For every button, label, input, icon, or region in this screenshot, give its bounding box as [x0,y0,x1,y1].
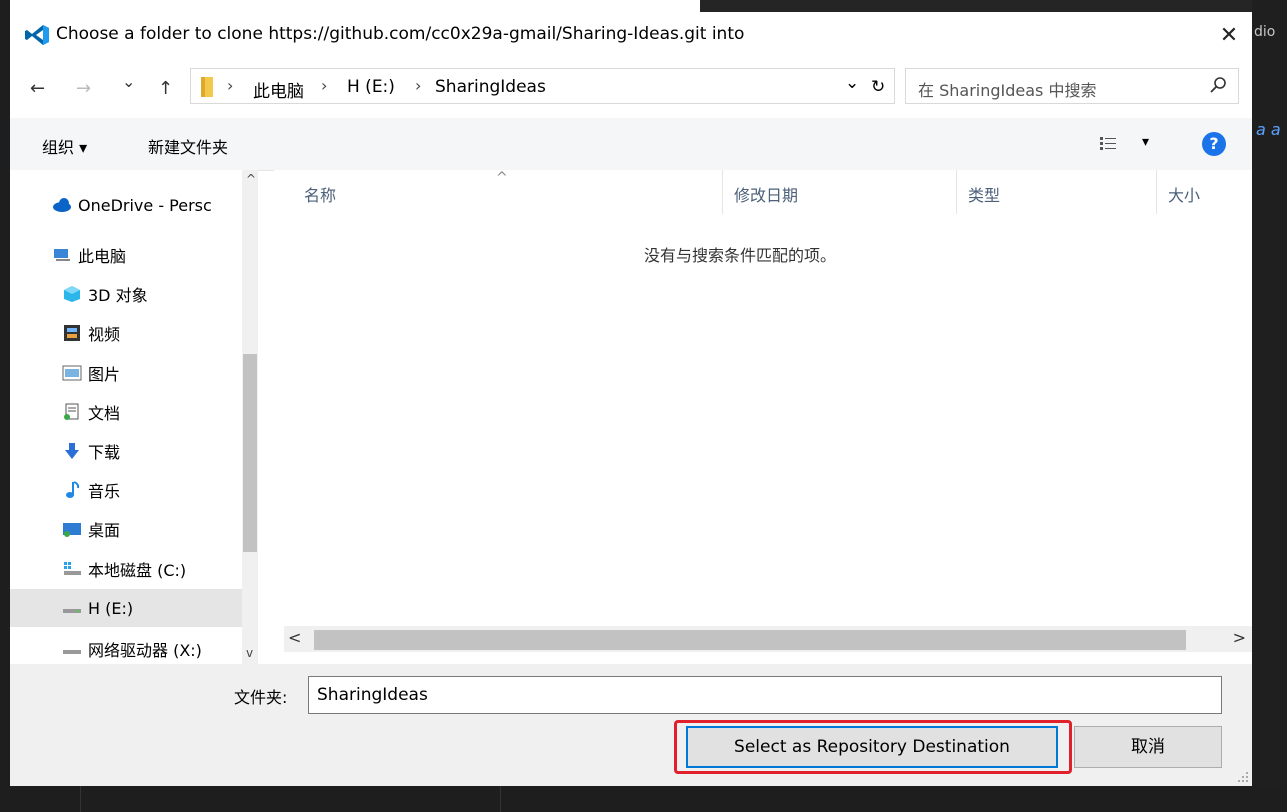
sidebar-item-3d-objects[interactable]: 3D 对象 [10,275,242,313]
folder-name-input[interactable] [308,676,1222,714]
computer-icon [54,249,70,261]
sidebar-item-h-drive[interactable]: H (E:) [10,589,242,627]
sidebar-item-local-disk-c[interactable]: 本地磁盘 (C:) [10,550,242,588]
column-header-modified[interactable]: 修改日期 [734,182,798,206]
new-folder-button[interactable]: 新建文件夹 [148,134,228,158]
view-options-icon[interactable] [1100,136,1116,152]
sort-indicator-icon: ^ [496,170,508,186]
sidebar-item-desktop[interactable]: 桌面 [10,510,242,548]
sidebar-item-documents[interactable]: 文档 [10,393,242,431]
navigation-pane: OneDrive - Persc 此电脑 3D 对象 视频 图片 文档 下载 音… [10,170,258,664]
sidebar-item-label: 视频 [88,325,121,344]
sidebar-item-label: 网络驱动器 (X:) [88,641,202,660]
sidebar-item-onedrive[interactable]: OneDrive - Persc [10,186,242,224]
drive-icon [63,609,81,613]
sidebar-item-downloads[interactable]: 下载 [10,432,242,470]
refresh-icon[interactable]: ↻ [871,77,885,97]
vscode-logo-icon [25,25,49,45]
sidebar-item-label: 本地磁盘 (C:) [88,561,187,580]
breadcrumb-this-pc[interactable]: 此电脑 [253,77,304,102]
sidebar-item-label: 文档 [88,404,121,423]
address-row: ← → ⌄ ↑ › 此电脑 › H (E:) › SharingIdeas ⌄ … [10,58,1252,118]
sidebar-item-music[interactable]: 音乐 [10,471,242,509]
breadcrumb-sharingideas[interactable]: SharingIdeas [435,77,546,97]
up-arrow-icon[interactable]: ↑ [158,78,173,99]
sidebar-item-label: H (E:) [88,598,134,618]
sidebar-item-videos[interactable]: 视频 [10,314,242,352]
help-icon[interactable]: ? [1202,132,1226,156]
folder-picker-dialog: Choose a folder to clone https://github.… [10,12,1252,786]
breadcrumb-h-drive[interactable]: H (E:) [347,77,395,97]
network-drive-icon [63,650,81,654]
sidebar-item-pictures[interactable]: 图片 [10,354,242,392]
back-arrow-icon[interactable]: ← [30,78,45,99]
resize-grip-icon[interactable] [1238,772,1248,782]
column-divider [722,170,723,214]
title-bar: Choose a folder to clone https://github.… [10,12,1252,58]
forward-arrow-icon[interactable]: → [76,78,91,99]
address-dropdown-icon[interactable]: ⌄ [845,73,859,93]
background-divider [500,786,501,812]
folder-icon [201,77,213,97]
view-dropdown-icon[interactable]: ▾ [1142,134,1149,150]
sidebar-item-this-pc[interactable]: 此电脑 [10,236,242,274]
cloud-icon [53,198,71,212]
horizontal-scrollbar-thumb[interactable] [314,630,1186,650]
picture-icon [62,365,82,381]
cube-icon [64,286,80,302]
dialog-footer: 文件夹: Select as Repository Destination 取消 [10,664,1252,786]
desktop-icon [63,523,81,537]
file-list-pane: ^ 名称 修改日期 类型 大小 没有与搜索条件匹配的项。 < > [274,170,1252,664]
scroll-left-icon[interactable]: < [288,628,301,647]
command-toolbar: 组织 ▾ 新建文件夹 ▾ ? [10,118,1252,171]
sidebar-item-network-drive-x[interactable]: 网络驱动器 (X:) [10,630,242,664]
recent-locations-icon[interactable]: ⌄ [122,72,135,91]
scroll-up-icon[interactable]: ^ [246,172,256,186]
address-bar[interactable]: › 此电脑 › H (E:) › SharingIdeas ⌄ ↻ [190,68,895,104]
background-title-fragment: dio [1254,24,1276,40]
scroll-right-icon[interactable]: > [1233,628,1246,647]
video-icon [64,325,80,341]
sidebar-item-label: 图片 [88,365,121,384]
cancel-button[interactable]: 取消 [1074,726,1222,768]
close-icon: ✕ [1219,22,1239,48]
breadcrumb-separator: › [227,76,234,95]
sidebar-item-label: 音乐 [88,482,121,501]
sidebar-item-label: 桌面 [88,521,121,540]
drive-icon [64,562,81,575]
search-icon [1210,77,1226,93]
horizontal-scrollbar[interactable]: < > [284,626,1252,652]
document-icon [64,403,79,420]
breadcrumb-separator: › [415,76,422,95]
background-left-strip [0,0,10,812]
background-status-area [0,786,1287,812]
search-box[interactable]: 在 SharingIdeas 中搜索 [905,68,1239,104]
column-header-type[interactable]: 类型 [968,182,1000,206]
column-header-size[interactable]: 大小 [1168,182,1200,206]
empty-results-message: 没有与搜索条件匹配的项。 [644,246,837,265]
background-code-fragment: a a [1256,120,1281,139]
scroll-down-icon[interactable]: v [246,646,253,660]
music-icon [66,481,80,498]
folder-label: 文件夹: [234,688,288,707]
column-header-name[interactable]: 名称 [304,182,336,206]
background-divider [80,786,81,812]
breadcrumb-separator: › [321,76,328,95]
close-button[interactable]: ✕ [1206,12,1252,58]
sidebar-item-label: 下载 [88,443,121,462]
dialog-title: Choose a folder to clone https://github.… [56,24,745,44]
column-divider [956,170,957,214]
sidebar-scrollbar-thumb[interactable] [243,354,257,552]
sidebar-item-label: 3D 对象 [88,286,148,305]
download-icon [65,443,79,459]
organize-menu[interactable]: 组织 ▾ [42,134,87,158]
search-placeholder: 在 SharingIdeas 中搜索 [918,81,1097,100]
column-divider [1156,170,1157,214]
sidebar-item-label: 此电脑 [78,247,127,266]
select-repository-destination-button[interactable]: Select as Repository Destination [686,726,1058,768]
sidebar-item-label: OneDrive - Persc [78,195,212,215]
